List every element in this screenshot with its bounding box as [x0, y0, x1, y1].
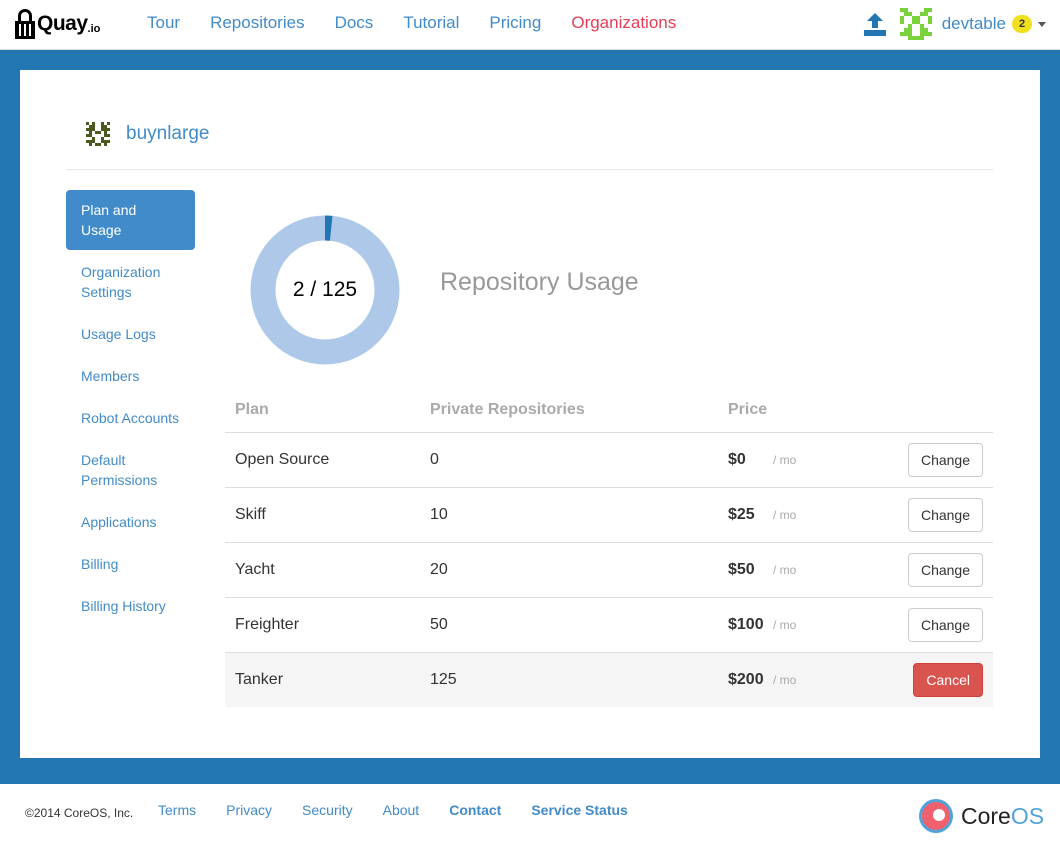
plan-name: Open Source: [225, 432, 420, 488]
change-plan-button[interactable]: Change: [907, 552, 983, 587]
sidenav-item-billing-history[interactable]: Billing History: [66, 586, 195, 626]
coreos-logo-icon: [919, 799, 953, 833]
nav-repositories[interactable]: Repositories: [195, 0, 320, 48]
plan-price: $25 / mo: [718, 487, 888, 543]
settings-sidenav: Plan and Usage Organization Settings Usa…: [66, 190, 195, 628]
footer-link-privacy[interactable]: Privacy: [211, 802, 287, 818]
user-avatar[interactable]: [899, 8, 932, 40]
footer-link-terms[interactable]: Terms: [143, 802, 211, 818]
price-period: / mo: [773, 617, 797, 632]
table-row-current-plan: Tanker 125 $200 / mo Cancel: [225, 652, 993, 707]
plan-name: Freighter: [225, 597, 420, 653]
sidenav-item-applications[interactable]: Applications: [66, 502, 195, 542]
nav-organizations[interactable]: Organizations: [556, 0, 691, 48]
price-period: / mo: [773, 507, 797, 522]
plan-name: Tanker: [225, 652, 420, 707]
sidenav-item-default-permissions[interactable]: Default Permissions: [66, 440, 195, 500]
plan-repos: 0: [420, 432, 718, 488]
header-action: [888, 388, 993, 433]
nav-pricing[interactable]: Pricing: [474, 0, 556, 48]
price-period: / mo: [773, 672, 797, 687]
brand-tld: .io: [87, 23, 101, 35]
chevron-down-icon[interactable]: [1038, 21, 1046, 27]
sidenav-item-robot-accounts[interactable]: Robot Accounts: [66, 398, 195, 438]
plan-price: $100 / mo: [718, 597, 888, 653]
plan-price: $200 / mo: [718, 652, 888, 707]
main-nav: Tour Repositories Docs Tutorial Pricing …: [132, 0, 691, 48]
header-price: Price: [718, 388, 888, 433]
change-plan-button[interactable]: Change: [907, 442, 983, 477]
plan-repos: 125: [420, 652, 718, 707]
footer-link-service-status[interactable]: Service Status: [516, 802, 643, 818]
plan-price: $50 / mo: [718, 542, 888, 598]
org-header: buynlarge: [66, 110, 993, 170]
plan-name: Skiff: [225, 487, 420, 543]
footer-link-about[interactable]: About: [368, 802, 435, 818]
sidenav-item-plan-usage[interactable]: Plan and Usage: [66, 190, 195, 250]
plan-repos: 10: [420, 487, 718, 543]
footer: ©2014 CoreOS, Inc. Terms Privacy Securit…: [0, 784, 1060, 848]
quay-logo[interactable]: Quay .io: [15, 6, 100, 42]
price-amount: $50: [728, 560, 755, 578]
brand-name: Quay: [37, 12, 88, 35]
upload-icon[interactable]: [862, 11, 888, 37]
footer-link-security[interactable]: Security: [287, 802, 368, 818]
plan-price: $0 / mo: [718, 432, 888, 488]
table-row: Skiff 10 $25 / mo Change: [225, 487, 993, 543]
price-amount: $25: [728, 505, 755, 523]
price-period: / mo: [773, 562, 797, 577]
username[interactable]: devtable: [942, 14, 1006, 34]
header-private-repositories: Private Repositories: [420, 388, 718, 433]
nav-tutorial[interactable]: Tutorial: [388, 0, 474, 48]
coreos-os-text: OS: [1010, 802, 1045, 829]
footer-links: Terms Privacy Security About Contact Ser…: [143, 802, 643, 818]
org-name[interactable]: buynlarge: [126, 123, 209, 145]
notification-badge[interactable]: 2: [1012, 15, 1032, 33]
plan-repos: 50: [420, 597, 718, 653]
usage-count: 2 / 125: [292, 278, 358, 301]
table-row: Yacht 20 $50 / mo Change: [225, 542, 993, 598]
plans-table: Plan Private Repositories Price Open Sou…: [225, 388, 993, 707]
sidenav-item-members[interactable]: Members: [66, 356, 195, 396]
table-header-row: Plan Private Repositories Price: [225, 388, 993, 433]
sidenav-item-billing[interactable]: Billing: [66, 544, 195, 584]
price-amount: $200: [728, 670, 764, 688]
price-amount: $100: [728, 615, 764, 633]
org-avatar: [86, 122, 110, 146]
usage-title: Repository Usage: [440, 268, 639, 296]
change-plan-button[interactable]: Change: [907, 497, 983, 532]
plan-name: Yacht: [225, 542, 420, 598]
plan-repos: 20: [420, 542, 718, 598]
sidenav-item-org-settings[interactable]: Organization Settings: [66, 252, 195, 312]
lock-icon: [15, 9, 35, 39]
footer-link-contact[interactable]: Contact: [434, 802, 516, 818]
coreos-core-text: Core: [961, 802, 1011, 829]
nav-tour[interactable]: Tour: [132, 0, 195, 48]
price-amount: $0: [728, 450, 746, 468]
cancel-plan-button[interactable]: Cancel: [913, 662, 983, 697]
coreos-logo[interactable]: CoreOS: [918, 798, 1044, 834]
user-menu: devtable 2: [862, 8, 1046, 40]
table-row: Freighter 50 $100 / mo Change: [225, 597, 993, 653]
table-row: Open Source 0 $0 / mo Change: [225, 432, 993, 488]
top-navbar: Quay .io Tour Repositories Docs Tutorial…: [0, 0, 1060, 50]
header-plan: Plan: [225, 388, 420, 433]
nav-docs[interactable]: Docs: [320, 0, 389, 48]
price-period: / mo: [773, 452, 797, 467]
sidenav-item-usage-logs[interactable]: Usage Logs: [66, 314, 195, 354]
change-plan-button[interactable]: Change: [907, 607, 983, 642]
copyright: ©2014 CoreOS, Inc.: [25, 806, 134, 820]
